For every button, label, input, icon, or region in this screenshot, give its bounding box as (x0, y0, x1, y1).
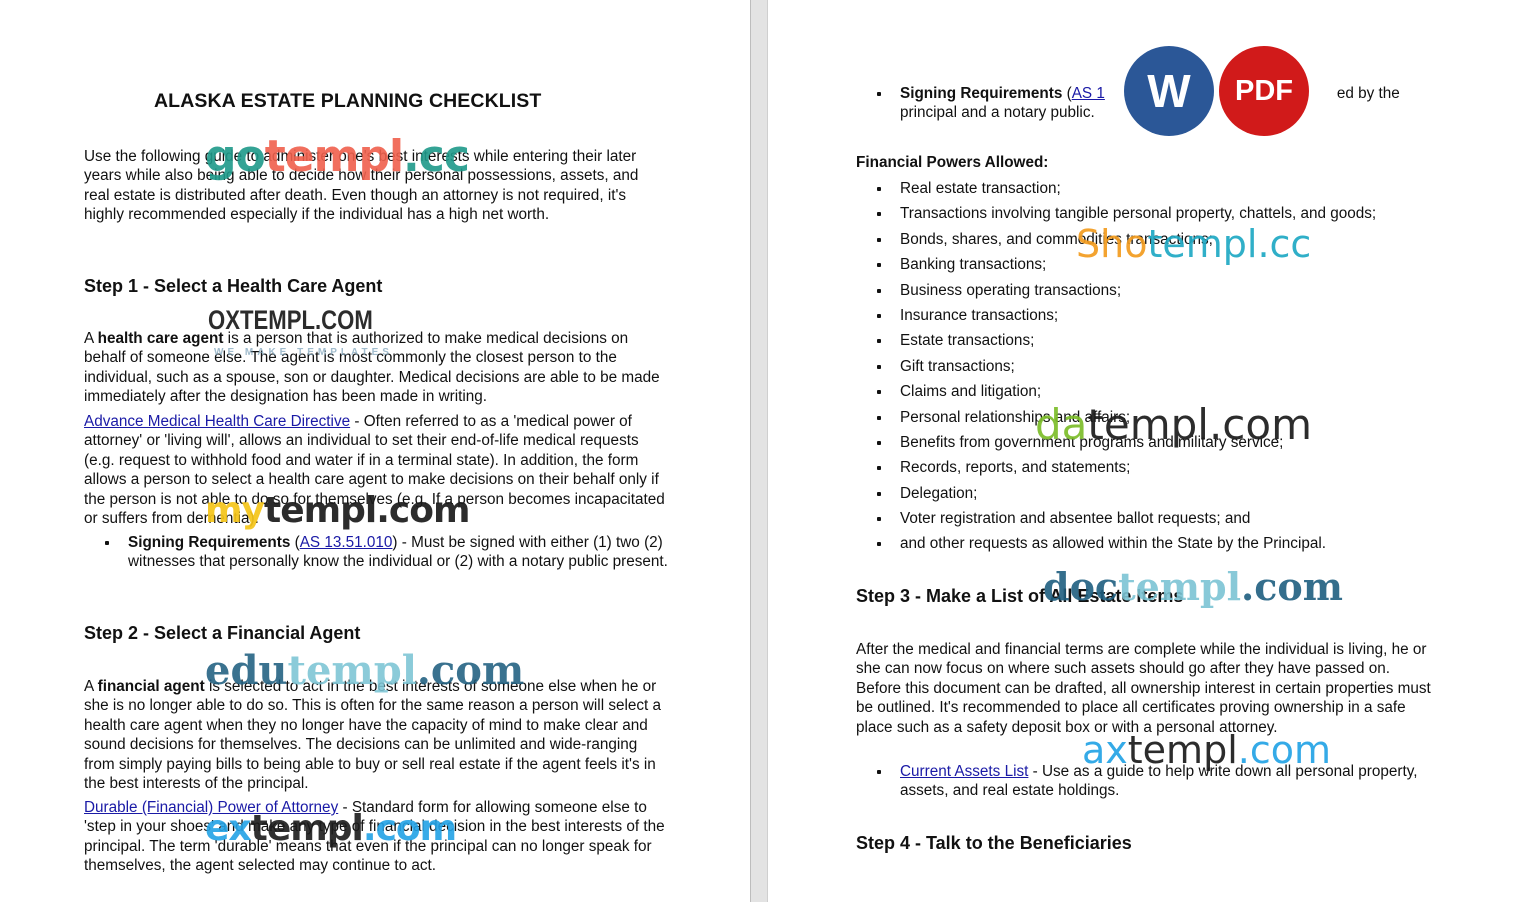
pdf-download-button[interactable]: PDF (1219, 46, 1309, 136)
bullet-icon (877, 263, 881, 268)
signing-requirements-label: Signing Requirements (128, 534, 291, 551)
intro-paragraph: Use the following guide to administer on… (84, 148, 639, 224)
financial-power-text: Gift transactions; (900, 357, 1015, 375)
list-item: Signing Requirements (AS 13.51.010) - Mu… (84, 533, 668, 572)
bullet-icon (877, 364, 881, 369)
financial-powers-list: Real estate transaction; Transactions inv… (856, 176, 1456, 557)
financial-power-item: and other requests as allowed within the… (856, 531, 1456, 556)
financial-power-text: Voter registration and absentee ballot r… (900, 510, 1251, 528)
list-item: Current Assets List - Use as a guide to … (856, 762, 1436, 801)
word-download-button[interactable]: W (1124, 46, 1214, 136)
financial-power-text: Bonds, shares, and commodities transacti… (900, 230, 1213, 248)
statute-link[interactable]: AS 1 (1072, 85, 1105, 102)
financial-power-text: and other requests as allowed within the… (900, 535, 1327, 553)
financial-powers-heading: Financial Powers Allowed: (856, 154, 1049, 171)
step1-para-lead: A (84, 330, 98, 347)
step4-heading: Step 4 - Talk to the Beneficiaries (856, 833, 1132, 853)
step2-term-bold: financial agent (97, 678, 205, 695)
bullet-icon (877, 237, 881, 242)
financial-power-text: Personal relationships and affairs; (900, 408, 1131, 426)
step2-heading: Step 2 - Select a Financial Agent (84, 623, 361, 643)
step3-assets-list: Current Assets List - Use as a guide to … (856, 762, 1436, 801)
financial-power-text: Real estate transaction; (900, 180, 1061, 197)
bullet-icon (877, 440, 881, 445)
financial-power-item: Voter registration and absentee ballot r… (856, 506, 1456, 531)
bullet-icon (877, 288, 881, 293)
bullet-icon (877, 770, 881, 774)
step1-paragraph: A health care agent is a person that is … (84, 329, 666, 407)
step2-form-paragraph: Durable (Financial) Power of Attorney - … (84, 798, 666, 876)
step2-para-lead: A (84, 678, 98, 695)
paren-open: ( (1062, 85, 1072, 102)
page-divider (750, 0, 768, 902)
signing-requirements-line2: principal and a notary public. (900, 104, 1095, 122)
statute-link-as-13-51-010[interactable]: AS 13.51.010 (300, 534, 393, 551)
advance-directive-link[interactable]: Advance Medical Health Care Directive (84, 413, 350, 430)
financial-power-item: Estate transactions; (856, 328, 1456, 353)
financial-power-text: Business operating transactions; (900, 281, 1122, 299)
bullet-icon (877, 517, 881, 522)
bullet-icon (877, 542, 881, 547)
financial-power-item: Claims and litigation; (856, 379, 1456, 404)
financial-power-item: Gift transactions; (856, 354, 1456, 379)
financial-power-item: Transactions involving tangible personal… (856, 201, 1456, 226)
signing-requirements-label: Signing Requirements (900, 85, 1063, 102)
step1-heading: Step 1 - Select a Health Care Agent (84, 276, 383, 296)
bullet-icon (877, 415, 881, 420)
bullet-icon (877, 339, 881, 344)
step3-paragraph: After the medical and financial terms ar… (856, 641, 1431, 736)
financial-power-text: Records, reports, and statements; (900, 459, 1131, 477)
financial-power-text: Transactions involving tangible personal… (900, 205, 1377, 223)
financial-power-text: Delegation; (900, 484, 978, 502)
financial-power-item: Business operating transactions; (856, 278, 1456, 303)
financial-power-item: Personal relationships and affairs; (856, 405, 1456, 430)
step1-term-bold: health care agent (97, 330, 224, 347)
document-title: ALASKA ESTATE PLANNING CHECKLIST (154, 90, 542, 112)
bullet-icon (877, 491, 881, 496)
step1-signing-list: Signing Requirements (AS 13.51.010) - Mu… (84, 533, 668, 572)
financial-power-text: Estate transactions; (900, 332, 1035, 350)
financial-power-item: Banking transactions; (856, 252, 1456, 277)
step1-form-paragraph: Advance Medical Health Care Directive - … (84, 412, 666, 528)
financial-power-text: Banking transactions; (900, 256, 1047, 274)
financial-power-item: Real estate transaction; (856, 176, 1456, 201)
financial-power-text: Claims and litigation; (900, 383, 1042, 401)
step3-heading: Step 3 - Make a List of All Estate Items (856, 586, 1184, 606)
financial-power-text: Insurance transactions; (900, 306, 1059, 324)
bullet-icon (877, 212, 881, 217)
financial-power-item: Records, reports, and statements; (856, 455, 1456, 480)
durable-poa-link[interactable]: Durable (Financial) Power of Attorney (84, 799, 338, 816)
financial-power-item: Delegation; (856, 481, 1456, 506)
advance-directive-desc: - Often referred to as a 'medical power … (84, 413, 665, 528)
bullet-icon (877, 313, 881, 318)
step2-para-rest: is selected to act in the best interests… (84, 678, 662, 793)
bullet-icon (877, 187, 881, 191)
bullet-icon (877, 466, 881, 471)
financial-power-item: Bonds, shares, and commodities transacti… (856, 227, 1456, 252)
bullet-icon (105, 541, 109, 545)
financial-power-text: Benefits from government programs and mi… (900, 433, 1284, 451)
financial-power-item: Benefits from government programs and mi… (856, 430, 1456, 455)
current-assets-list-link[interactable]: Current Assets List (900, 763, 1028, 780)
signing-requirements-text: ed by the (1336, 85, 1400, 102)
financial-power-item: Insurance transactions; (856, 303, 1456, 328)
paren-open: ( (290, 534, 300, 551)
step2-paragraph: A financial agent is selected to act in … (84, 677, 666, 793)
bullet-icon (877, 92, 881, 96)
bullet-icon (877, 390, 881, 395)
